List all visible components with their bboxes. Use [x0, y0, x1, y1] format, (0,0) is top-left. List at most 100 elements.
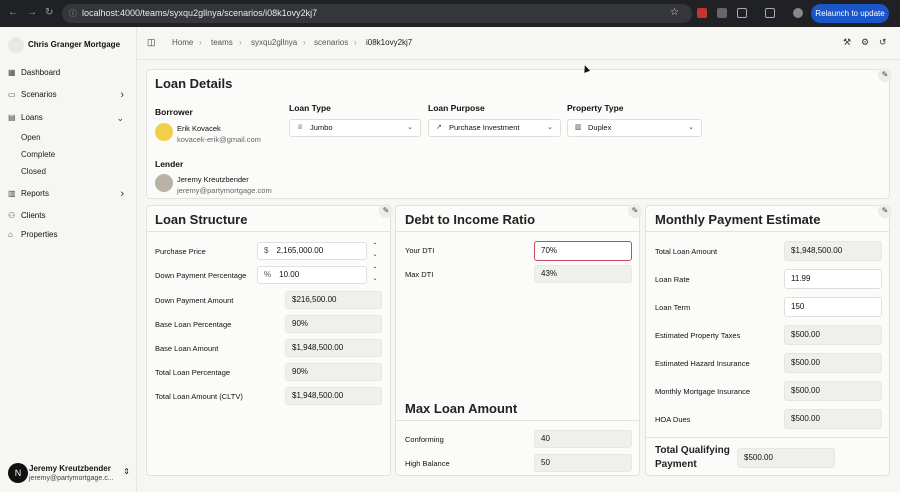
breadcrumb-separator-icon: ›	[354, 38, 357, 47]
divider	[396, 231, 639, 232]
divider	[396, 420, 639, 421]
sidebar-item-label: Reports	[21, 189, 50, 198]
breadcrumb-team-id[interactable]: syxqu2gllnya	[251, 38, 297, 47]
loan-purpose-label: Loan Purpose	[428, 103, 485, 113]
conforming-label: Conforming	[405, 435, 444, 444]
chevron-updown-icon: ⇕	[123, 467, 130, 476]
wrench-icon[interactable]: ⚒	[843, 37, 851, 48]
bookmark-star-icon[interactable]: ☆	[670, 7, 679, 18]
profile-icon[interactable]	[793, 8, 803, 18]
sidebar-item-dashboard[interactable]: ▦ Dashboard	[8, 65, 130, 81]
property-type-value: Duplex	[588, 123, 612, 132]
conforming-field: 40	[534, 430, 632, 448]
down-payment-pct-stepper[interactable]: ⌃ ⌄	[369, 266, 381, 284]
back-icon[interactable]: ←	[8, 7, 18, 18]
sidebar-subitem-complete[interactable]: Complete	[21, 148, 55, 162]
sidebar-item-clients[interactable]: ⚇ Clients	[8, 208, 130, 224]
cast-icon[interactable]	[765, 8, 775, 18]
browser-chrome: ← → ↻ ⓘ localhost:4000/teams/syxqu2gllny…	[0, 0, 900, 27]
purchase-price-input[interactable]: $2,165,000.00	[257, 242, 367, 260]
total-loan-amount-label: Total Loan Amount (CLTV)	[155, 392, 243, 401]
org-logo	[8, 36, 24, 53]
history-icon[interactable]: ↺	[879, 37, 887, 48]
down-payment-amount-label: Down Payment Amount	[155, 296, 234, 305]
mortgage-insurance-field: $500.00	[784, 381, 882, 401]
mortgage-insurance-label: Monthly Mortgage Insurance	[655, 387, 751, 396]
purchase-price-label: Purchase Price	[155, 247, 206, 256]
sidebar-item-properties[interactable]: ⌂ Properties	[8, 227, 130, 243]
loan-term-label: Loan Term	[655, 303, 691, 312]
grid-icon: ▦	[8, 68, 16, 77]
currency-prefix: $	[264, 246, 269, 255]
edit-icon[interactable]: ✎	[878, 204, 892, 218]
edit-icon[interactable]: ✎	[379, 204, 393, 218]
dti-card: Debt to Income Ratio ✎ Your DTI 70% Max …	[395, 204, 642, 476]
loan-term-input[interactable]: 150	[784, 297, 882, 317]
borrower-label: Borrower	[155, 107, 193, 117]
divider	[147, 231, 390, 232]
edit-icon[interactable]: ✎	[878, 68, 892, 82]
loan-purpose-select[interactable]: ↗ Purchase Investment ⌄	[428, 119, 561, 137]
loan-rate-input[interactable]: 11.99	[784, 269, 882, 289]
loan-type-select[interactable]: ♕ Jumbo ⌄	[289, 119, 421, 137]
sidebar-toggle-icon[interactable]: ◫	[147, 37, 156, 48]
loan-structure-card: Loan Structure ✎ Purchase Price $2,165,0…	[146, 204, 393, 476]
total-loan-amount-field: $1,948,500.00	[784, 241, 882, 261]
home-icon: ⌂	[8, 230, 13, 239]
base-loan-amount-field: $1,948,500.00	[285, 339, 382, 357]
reload-icon[interactable]: ↻	[45, 7, 53, 18]
loan-details-card: Loan Details ✎ Borrower Erik Kovacek kov…	[146, 68, 892, 199]
site-info-icon[interactable]: ⓘ	[69, 4, 77, 23]
total-qualifying-payment-label: Total Qualifying Payment	[655, 445, 730, 470]
user-name: Jeremy Kreutzbender	[29, 464, 111, 473]
base-loan-pct-label: Base Loan Percentage	[155, 320, 232, 329]
address-bar[interactable]: ⓘ localhost:4000/teams/syxqu2gllnya/scen…	[62, 4, 692, 23]
chevron-down-icon: ⌄	[116, 113, 124, 123]
borrower-name[interactable]: Erik Kovacek	[177, 124, 221, 133]
lender-avatar	[155, 174, 173, 192]
breadcrumb-teams[interactable]: teams	[211, 38, 233, 47]
gear-icon[interactable]: ⚙	[861, 37, 869, 48]
total-loan-pct-label: Total Loan Percentage	[155, 368, 231, 377]
sidebar-subitem-closed[interactable]: Closed	[21, 165, 46, 179]
sidebar-item-scenarios[interactable]: ▭ Scenarios ›	[8, 87, 130, 103]
sidebar: Chris Granger Mortgage ▦ Dashboard ▭ Scena…	[0, 27, 137, 492]
monthly-payment-title: Monthly Payment Estimate	[655, 212, 821, 227]
relaunch-button[interactable]: Relaunch to update	[811, 4, 889, 23]
sidebar-subitem-open[interactable]: Open	[21, 131, 41, 145]
loan-details-title: Loan Details	[155, 76, 233, 91]
hazard-insurance-label: Estimated Hazard Insurance	[655, 359, 750, 368]
extension-icon[interactable]	[717, 8, 727, 18]
extensions-puzzle-icon[interactable]	[737, 8, 747, 18]
lender-name[interactable]: Jeremy Kreutzbender	[177, 175, 249, 184]
property-type-select[interactable]: ▥ Duplex ⌄	[567, 119, 702, 137]
sidebar-item-label: Clients	[21, 211, 46, 220]
base-loan-amount-label: Base Loan Amount	[155, 344, 219, 353]
chevron-down-icon: ⌄	[407, 124, 413, 131]
user-menu[interactable]: N Jeremy Kreutzbender jeremy@partymortga…	[8, 461, 132, 487]
total-qualifying-payment-field: $500.00	[737, 448, 835, 468]
sidebar-item-loans[interactable]: ▤ Loans ⌄	[8, 110, 130, 126]
org-switcher[interactable]: Chris Granger Mortgage	[8, 35, 120, 55]
loan-structure-title: Loan Structure	[155, 212, 248, 227]
sidebar-item-reports[interactable]: ▥ Reports ›	[8, 186, 130, 202]
down-payment-pct-label: Down Payment Percentage	[155, 271, 247, 280]
total-loan-pct-field: 90%	[285, 363, 382, 381]
chevron-right-icon: ›	[120, 89, 124, 101]
max-dti-field: 43%	[534, 265, 632, 283]
hoa-dues-label: HOA Dues	[655, 415, 691, 424]
trending-up-icon: ↗	[436, 124, 442, 131]
sidebar-item-label: Scenarios	[21, 90, 57, 99]
chevron-down-icon: ⌄	[688, 124, 694, 131]
breadcrumb-home[interactable]: Home	[172, 38, 193, 47]
edit-icon[interactable]: ✎	[628, 204, 642, 218]
breadcrumb-separator-icon: ›	[199, 38, 202, 47]
high-balance-label: High Balance	[405, 459, 450, 468]
purchase-price-stepper[interactable]: ⌃ ⌄	[369, 242, 381, 260]
breadcrumb-scenarios[interactable]: scenarios	[314, 38, 348, 47]
down-payment-pct-input[interactable]: % 10.00	[257, 266, 367, 284]
hoa-dues-field: $500.00	[784, 409, 882, 429]
breadcrumb-separator-icon: ›	[239, 38, 242, 47]
forward-icon[interactable]: →	[27, 7, 37, 18]
extension-icon[interactable]	[697, 8, 707, 18]
